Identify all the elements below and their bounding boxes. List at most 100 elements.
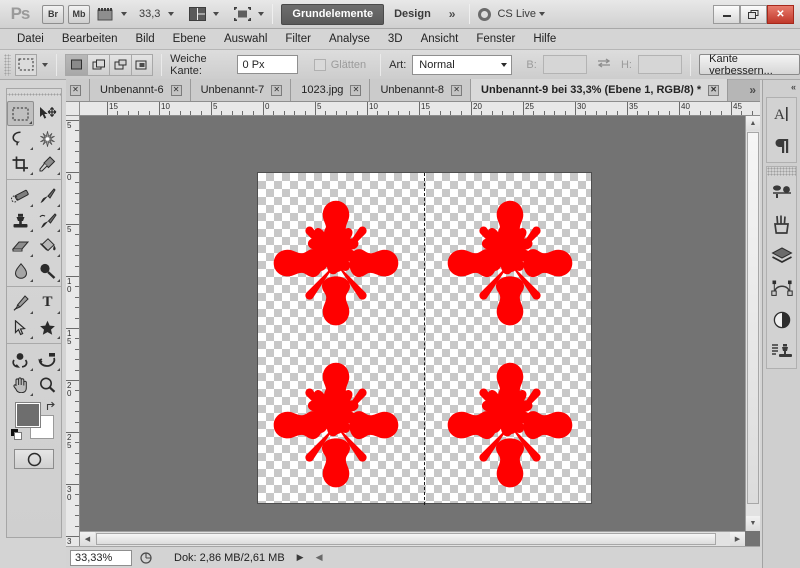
eraser-tool[interactable]: [7, 233, 34, 258]
subtract-from-selection-button[interactable]: [109, 53, 132, 76]
canvas-viewport[interactable]: [80, 116, 745, 531]
new-selection-button[interactable]: [65, 53, 88, 76]
paint-bucket-tool[interactable]: [34, 233, 61, 258]
arrange-documents-dropdown-caret[interactable]: [213, 12, 220, 16]
quick-selection-tool[interactable]: [34, 126, 61, 151]
zoom-percentage-input[interactable]: 33,33%: [70, 549, 132, 566]
swap-colors-icon[interactable]: [46, 401, 57, 415]
minimize-button[interactable]: [713, 4, 740, 24]
antialias-checkbox[interactable]: [313, 58, 326, 71]
menu-ebene[interactable]: Ebene: [164, 30, 215, 49]
blur-tool[interactable]: [7, 258, 34, 283]
menu-3d[interactable]: 3D: [379, 30, 412, 49]
close-button[interactable]: ✕: [767, 4, 794, 24]
scroll-down-arrow[interactable]: ▼: [746, 516, 760, 531]
workspace-design[interactable]: Design: [384, 4, 441, 25]
screen-mode-dropdown-caret[interactable]: [258, 12, 265, 16]
doc-tab-1023-jpg[interactable]: 1023.jpg ✕: [291, 79, 371, 101]
image-canvas[interactable]: [257, 172, 592, 505]
menu-fenster[interactable]: Fenster: [467, 30, 524, 49]
3d-camera-rotate-tool[interactable]: [34, 347, 61, 372]
doc-tab-unbenannt-6[interactable]: Unbenannt-6 ✕: [90, 79, 191, 101]
vertical-scrollbar[interactable]: ▲ ▼: [745, 116, 760, 531]
style-select[interactable]: Normal: [412, 54, 513, 75]
scroll-up-arrow[interactable]: ▲: [746, 116, 760, 131]
foreground-color-swatch[interactable]: [16, 403, 40, 427]
restore-button[interactable]: [740, 4, 767, 24]
menu-ansicht[interactable]: Ansicht: [412, 30, 468, 49]
scroll-right-arrow[interactable]: ▶: [730, 532, 745, 546]
close-icon[interactable]: ✕: [451, 84, 463, 96]
character-panel-icon[interactable]: A: [767, 98, 796, 130]
doc-tab-unbenannt-8[interactable]: Unbenannt-8 ✕: [370, 79, 472, 101]
dodge-tool[interactable]: [34, 258, 61, 283]
menu-bearbeiten[interactable]: Bearbeiten: [53, 30, 127, 49]
close-icon[interactable]: ✕: [350, 84, 362, 96]
height-input[interactable]: [637, 55, 683, 74]
menu-hilfe[interactable]: Hilfe: [524, 30, 565, 49]
tool-preset-caret-icon[interactable]: [42, 62, 49, 67]
edit-in-quick-mask-mode-button[interactable]: [14, 449, 54, 469]
launch-bridge-button[interactable]: Br: [42, 4, 64, 24]
cs-live-menu[interactable]: CS Live: [478, 7, 546, 21]
clone-stamp-tool[interactable]: [7, 208, 34, 233]
workspace-grundelemente[interactable]: Grundelemente: [281, 3, 385, 25]
intersect-with-selection-button[interactable]: [131, 53, 154, 76]
options-bar-grip[interactable]: [4, 53, 11, 76]
width-input[interactable]: [542, 55, 587, 74]
scroll-left-arrow[interactable]: ◀: [80, 532, 95, 546]
brush-tool[interactable]: [34, 183, 61, 208]
zoom-level-dropdown-caret[interactable]: [168, 12, 175, 16]
custom-shape-tool[interactable]: [34, 315, 61, 340]
menu-bild[interactable]: Bild: [126, 30, 163, 49]
horizontal-scroll-thumb[interactable]: [96, 533, 716, 545]
horizontal-ruler[interactable]: 15 10 5 0 5 10 15 20 25 30 35 40 45: [80, 102, 760, 116]
collapse-panels-button[interactable]: «: [763, 80, 800, 94]
adjustments-panel-icon[interactable]: [767, 304, 796, 336]
menu-filter[interactable]: Filter: [276, 30, 320, 49]
close-icon[interactable]: ✕: [271, 84, 283, 96]
rectangular-marquee-tool[interactable]: [7, 101, 34, 126]
menu-analyse[interactable]: Analyse: [320, 30, 379, 49]
spot-healing-brush-tool[interactable]: [7, 183, 34, 208]
layers-panel-icon[interactable]: [767, 240, 796, 272]
add-to-selection-button[interactable]: [87, 53, 110, 76]
brush-panel-icon[interactable]: [767, 208, 796, 240]
3d-object-rotate-tool[interactable]: [7, 347, 34, 372]
paragraph-panel-icon[interactable]: [767, 130, 796, 162]
close-icon[interactable]: ✕: [70, 84, 81, 96]
launch-mini-bridge-button[interactable]: Mb: [68, 4, 90, 24]
close-icon[interactable]: ✕: [170, 84, 182, 96]
swap-width-height-icon[interactable]: [597, 57, 611, 72]
color-panel-icon[interactable]: [767, 176, 796, 208]
document-info-icon[interactable]: [136, 550, 156, 566]
doc-tab-unbenannt-7[interactable]: Unbenannt-7 ✕: [190, 79, 292, 101]
clone-source-panel-icon[interactable]: [767, 336, 796, 368]
paths-panel-icon[interactable]: [767, 272, 796, 304]
horizontal-scrollbar[interactable]: ◀ ▶: [80, 531, 745, 546]
hand-tool[interactable]: [7, 372, 34, 397]
doc-tab-partial-left[interactable]: ✕: [66, 79, 90, 101]
close-icon[interactable]: ✕: [708, 84, 720, 96]
refine-edge-button[interactable]: Kante verbessern...: [699, 53, 800, 77]
tab-overflow-button[interactable]: »: [743, 79, 760, 101]
arrange-documents-icon[interactable]: [184, 4, 210, 24]
path-selection-tool[interactable]: [7, 315, 34, 340]
screen-mode-icon[interactable]: [229, 4, 255, 24]
default-colors-icon[interactable]: [11, 429, 22, 440]
vertical-ruler[interactable]: 5 0 5 10 15 20 25 30 35: [66, 116, 80, 546]
ruler-origin-corner[interactable]: [66, 102, 80, 116]
status-resize-grip[interactable]: ◀: [316, 552, 323, 563]
feather-input[interactable]: 0 Px: [236, 55, 298, 74]
eyedropper-tool[interactable]: [34, 151, 61, 176]
lasso-tool[interactable]: [7, 126, 34, 151]
rectangular-marquee-icon[interactable]: [14, 53, 38, 76]
view-extras-dropdown-caret[interactable]: [121, 12, 127, 16]
pen-tool[interactable]: [7, 290, 34, 315]
status-expand-arrow[interactable]: ▶: [297, 552, 304, 563]
panel-group-grip[interactable]: [767, 167, 796, 176]
view-extras-icon[interactable]: [92, 4, 118, 24]
vertical-scroll-thumb[interactable]: [747, 132, 759, 504]
workspace-overflow-chevron-icon[interactable]: »: [449, 7, 456, 21]
crop-tool[interactable]: [7, 151, 34, 176]
